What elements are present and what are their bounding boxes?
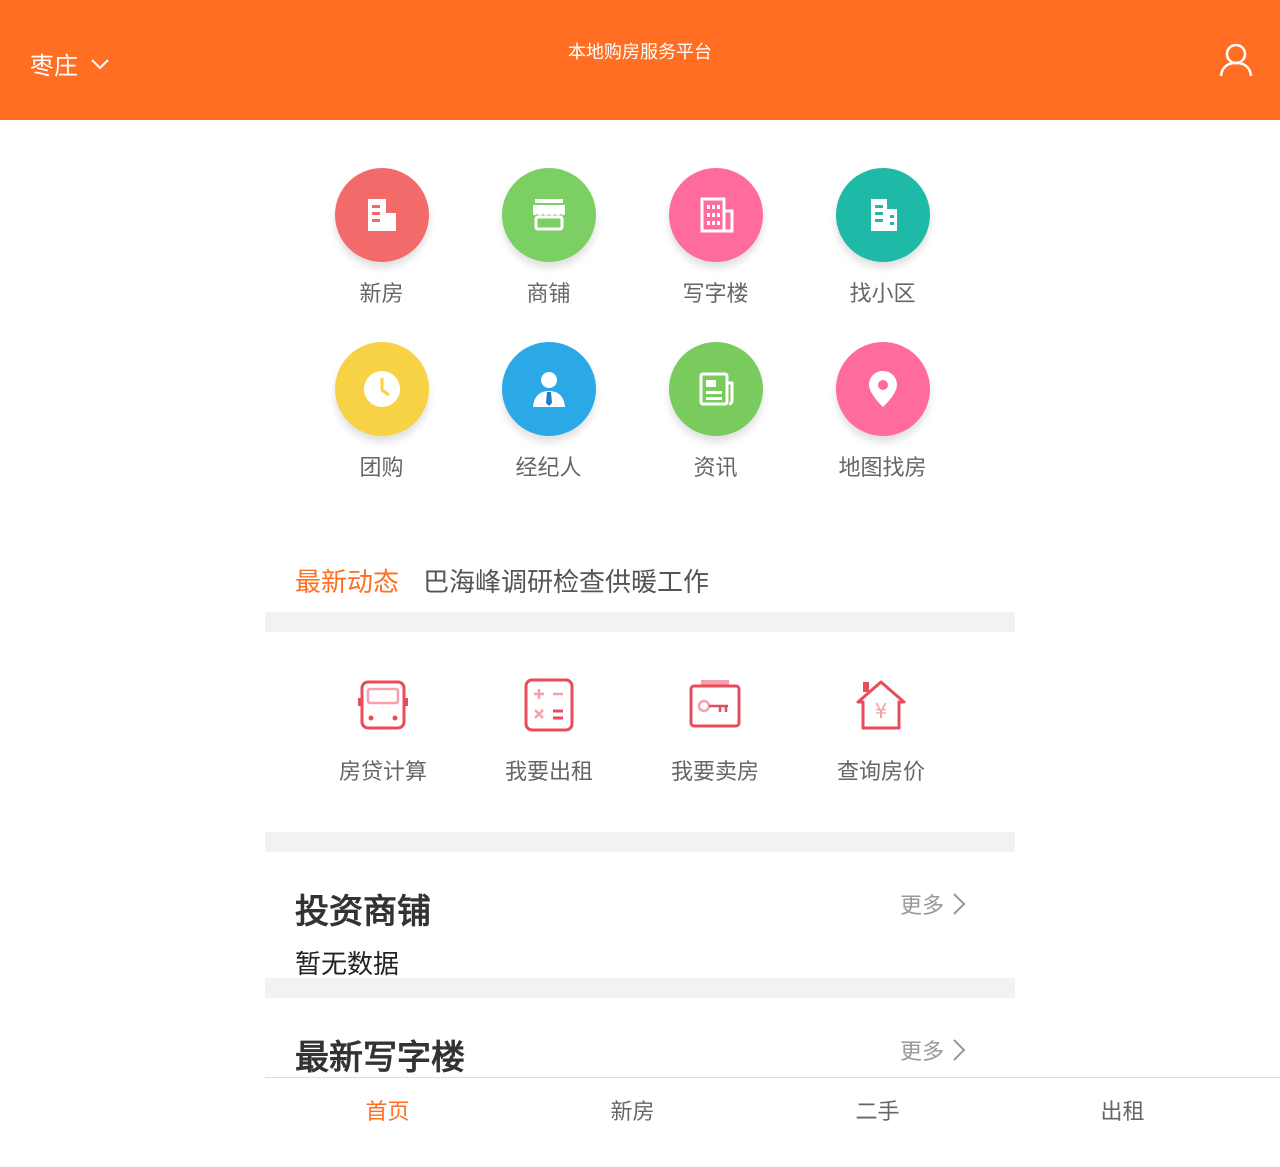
chevron-right-icon xyxy=(953,1039,966,1061)
news-headline[interactable]: 巴海峰调研检查供暖工作 xyxy=(423,562,709,599)
more-label: 更多 xyxy=(900,1040,945,1065)
category-office[interactable]: 写字楼 xyxy=(632,168,799,308)
tool-label: 查询房价 xyxy=(836,760,925,785)
clock-icon xyxy=(334,342,429,436)
tool-sell-house[interactable]: 我要卖房 xyxy=(632,676,798,786)
category-label: 经纪人 xyxy=(515,456,582,481)
section-divider xyxy=(265,612,1015,632)
empty-state: 暂无数据 xyxy=(295,950,400,980)
category-new-house[interactable]: 新房 xyxy=(298,168,465,308)
calculator-icon xyxy=(524,678,574,732)
category-label: 新房 xyxy=(359,282,404,307)
chevron-right-icon xyxy=(953,893,966,915)
section-title-shops: 投资商铺 xyxy=(295,892,431,932)
house-price-icon: ¥ xyxy=(856,680,906,730)
page-title: 本地购房服务平台 xyxy=(568,42,712,63)
category-map-search[interactable]: 地图找房 xyxy=(799,342,966,482)
map-pin-icon xyxy=(835,342,930,436)
news-icon xyxy=(668,342,763,436)
news-ticker[interactable]: 最新动态 巴海峰调研检查供暖工作 xyxy=(295,562,995,599)
tab-home[interactable]: 首页 xyxy=(265,1078,510,1167)
category-label: 团购 xyxy=(359,456,404,481)
section-divider xyxy=(265,832,1015,852)
tool-mortgage-calculator[interactable]: 房贷计算 xyxy=(300,676,466,786)
community-icon xyxy=(835,168,930,262)
tool-label: 我要卖房 xyxy=(670,760,759,785)
tab-new-house[interactable]: 新房 xyxy=(510,1078,755,1167)
category-agent[interactable]: 经纪人 xyxy=(465,342,632,482)
office-building-icon xyxy=(668,168,763,262)
bus-calculator-icon xyxy=(358,680,408,730)
building-icon xyxy=(334,168,429,262)
key-icon xyxy=(689,680,741,728)
tool-check-price[interactable]: ¥ 查询房价 xyxy=(798,676,964,786)
svg-text:¥: ¥ xyxy=(875,699,888,723)
tab-rent[interactable]: 出租 xyxy=(1000,1078,1245,1167)
shop-icon xyxy=(501,168,596,262)
tool-label: 我要出租 xyxy=(504,760,593,785)
news-tag: 最新动态 xyxy=(295,568,400,598)
category-grid-row-2: 团购 经纪人 资讯 地图找房 xyxy=(298,342,966,482)
category-group-buy[interactable]: 团购 xyxy=(298,342,465,482)
category-grid-row-1: 新房 商铺 写字楼 找小区 xyxy=(298,168,966,308)
section-divider xyxy=(265,978,1015,998)
category-label: 地图找房 xyxy=(838,456,927,481)
tool-label: 房贷计算 xyxy=(338,760,427,785)
section-title-offices: 最新写字楼 xyxy=(295,1038,465,1078)
more-label: 更多 xyxy=(900,894,945,919)
category-label: 找小区 xyxy=(849,282,916,307)
more-link-shops[interactable]: 更多 xyxy=(900,888,966,920)
top-header: 枣庄 本地购房服务平台 xyxy=(0,0,1280,120)
tool-rent-out[interactable]: 我要出租 xyxy=(466,676,632,786)
more-link-offices[interactable]: 更多 xyxy=(900,1034,966,1066)
category-label: 写字楼 xyxy=(682,282,749,307)
agent-icon xyxy=(501,342,596,436)
category-news[interactable]: 资讯 xyxy=(632,342,799,482)
bottom-tab-bar: 首页 新房 二手 出租 xyxy=(265,1077,1280,1167)
tools-row: 房贷计算 我要出租 我要卖房 ¥ 查询房价 xyxy=(300,676,964,786)
user-icon xyxy=(1219,43,1253,77)
category-label: 商铺 xyxy=(526,282,571,307)
user-button[interactable] xyxy=(1216,42,1256,78)
category-shop[interactable]: 商铺 xyxy=(465,168,632,308)
category-community[interactable]: 找小区 xyxy=(799,168,966,308)
category-label: 资讯 xyxy=(693,456,738,481)
tab-second-hand[interactable]: 二手 xyxy=(755,1078,1000,1167)
